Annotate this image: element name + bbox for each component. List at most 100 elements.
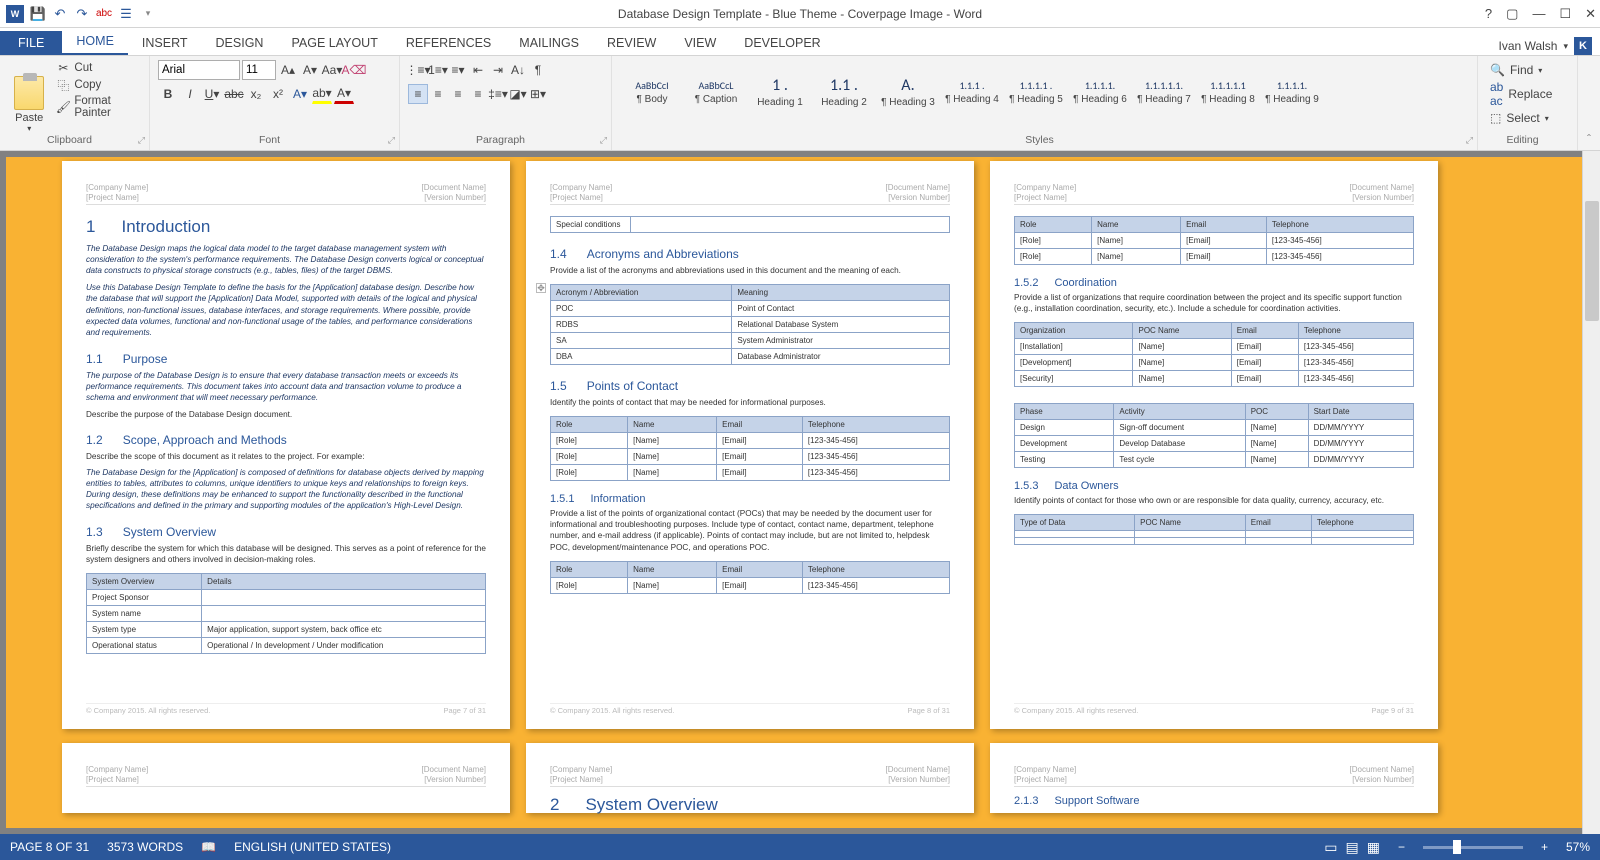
tab-file[interactable]: FILE bbox=[0, 31, 62, 55]
owners-table[interactable]: Type of DataPOC NameEmailTelephone bbox=[1014, 514, 1414, 545]
font-name-input[interactable] bbox=[158, 60, 240, 80]
shrink-font-icon[interactable]: A▾ bbox=[300, 60, 320, 80]
web-layout-icon[interactable]: ▦ bbox=[1367, 839, 1380, 856]
copy-button[interactable]: ⿻Copy bbox=[54, 77, 141, 93]
bold-icon[interactable]: B bbox=[158, 84, 178, 104]
help-icon[interactable]: ? bbox=[1485, 6, 1492, 22]
dec-indent-icon[interactable]: ⇤ bbox=[468, 60, 488, 80]
change-case-icon[interactable]: Aa▾ bbox=[322, 60, 342, 80]
superscript-icon[interactable]: x² bbox=[268, 84, 288, 104]
qat-more-icon[interactable]: ▾ bbox=[140, 6, 156, 22]
page-9[interactable]: [Company Name][Project Name][Document Na… bbox=[990, 161, 1438, 729]
print-layout-icon[interactable]: ▤ bbox=[1345, 839, 1358, 856]
justify-icon[interactable]: ≡ bbox=[468, 84, 488, 104]
style-gallery[interactable]: AaBbCcI¶ BodyAaBbCcL¶ Caption1 .Heading … bbox=[620, 60, 1469, 124]
style-item[interactable]: 1.1.1.1 .¶ Heading 5 bbox=[1004, 63, 1068, 121]
system-overview-table[interactable]: System OverviewDetailsProject SponsorSys… bbox=[86, 573, 486, 654]
status-words[interactable]: 3573 WORDS bbox=[107, 840, 183, 854]
read-mode-icon[interactable]: ▭ bbox=[1324, 839, 1337, 856]
clear-format-icon[interactable]: A⌫ bbox=[344, 60, 364, 80]
tab-pagelayout[interactable]: PAGE LAYOUT bbox=[277, 31, 391, 55]
replace-button[interactable]: abacReplace bbox=[1488, 79, 1567, 109]
clipboard-launcher[interactable]: ⤢ bbox=[138, 135, 145, 146]
page-8-next[interactable]: [Company Name][Project Name][Document Na… bbox=[526, 743, 974, 813]
style-item[interactable]: AaBbCcL¶ Caption bbox=[684, 63, 748, 121]
style-item[interactable]: 1.1.1.1.¶ Heading 6 bbox=[1068, 63, 1132, 121]
style-item[interactable]: 1.1.1 .¶ Heading 4 bbox=[940, 63, 1004, 121]
table-move-icon[interactable]: ✥ bbox=[536, 283, 546, 293]
phase-table[interactable]: PhaseActivityPOCStart DateDesignSign-off… bbox=[1014, 403, 1414, 468]
italic-icon[interactable]: I bbox=[180, 84, 200, 104]
coordination-table[interactable]: OrganizationPOC NameEmailTelephone[Insta… bbox=[1014, 322, 1414, 387]
text-effects-icon[interactable]: A▾ bbox=[290, 84, 310, 104]
zoom-slider[interactable] bbox=[1423, 846, 1523, 849]
poc-table[interactable]: RoleNameEmailTelephone[Role][Name][Email… bbox=[550, 416, 950, 481]
style-item[interactable]: AaBbCcI¶ Body bbox=[620, 63, 684, 121]
grow-font-icon[interactable]: A▴ bbox=[278, 60, 298, 80]
tab-developer[interactable]: DEVELOPER bbox=[730, 31, 834, 55]
page-9-next[interactable]: [Company Name][Project Name][Document Na… bbox=[990, 743, 1438, 813]
inc-indent-icon[interactable]: ⇥ bbox=[488, 60, 508, 80]
borders-icon[interactable]: ⊞▾ bbox=[528, 84, 548, 104]
style-item[interactable]: 1 .Heading 1 bbox=[748, 63, 812, 121]
undo-icon[interactable]: ↶ bbox=[52, 6, 68, 22]
collapse-ribbon-icon[interactable]: ˆ bbox=[1578, 56, 1600, 150]
bullets-icon[interactable]: ⋮≡▾ bbox=[408, 60, 428, 80]
sort-icon[interactable]: A↓ bbox=[508, 60, 528, 80]
zoom-level[interactable]: 57% bbox=[1566, 840, 1590, 854]
font-color-icon[interactable]: A▾ bbox=[334, 84, 354, 104]
style-item[interactable]: 1.1.1.1.¶ Heading 9 bbox=[1260, 63, 1324, 121]
numbering-icon[interactable]: 1≡▾ bbox=[428, 60, 448, 80]
tab-home[interactable]: HOME bbox=[62, 29, 128, 55]
find-button[interactable]: 🔍Find▾ bbox=[1488, 62, 1567, 78]
close-icon[interactable]: ✕ bbox=[1585, 6, 1596, 22]
ribbon-opts-icon[interactable]: ▢ bbox=[1506, 6, 1518, 22]
highlight-icon[interactable]: ab▾ bbox=[312, 84, 332, 104]
user-name[interactable]: Ivan Walsh bbox=[1499, 39, 1558, 53]
page-7-next[interactable]: [Company Name][Project Name][Document Na… bbox=[62, 743, 510, 813]
maximize-icon[interactable]: ☐ bbox=[1559, 6, 1571, 22]
align-right-icon[interactable]: ≡ bbox=[448, 84, 468, 104]
page-7[interactable]: [Company Name][Project Name][Document Na… bbox=[62, 161, 510, 729]
status-lang[interactable]: ENGLISH (UNITED STATES) bbox=[234, 840, 391, 854]
status-page[interactable]: PAGE 8 OF 31 bbox=[10, 840, 89, 854]
align-center-icon[interactable]: ≡ bbox=[428, 84, 448, 104]
zoom-in-icon[interactable]: + bbox=[1541, 840, 1548, 854]
underline-icon[interactable]: U▾ bbox=[202, 84, 222, 104]
proofing-icon[interactable]: 📖 bbox=[201, 840, 216, 854]
acronyms-table[interactable]: Acronym / AbbreviationMeaningPOCPoint of… bbox=[550, 284, 950, 365]
para-launcher[interactable]: ⤢ bbox=[600, 135, 607, 146]
format-painter-button[interactable]: 🖌Format Painter bbox=[54, 94, 141, 120]
font-size-input[interactable] bbox=[242, 60, 276, 80]
style-item[interactable]: 1.1 .Heading 2 bbox=[812, 63, 876, 121]
tab-review[interactable]: REVIEW bbox=[593, 31, 670, 55]
user-badge[interactable]: K bbox=[1574, 37, 1592, 55]
align-left-icon[interactable]: ≡ bbox=[408, 84, 428, 104]
vscrollbar[interactable] bbox=[1582, 151, 1600, 834]
poc-info-table[interactable]: RoleNameEmailTelephone[Role][Name][Email… bbox=[550, 561, 950, 594]
font-launcher[interactable]: ⤢ bbox=[388, 135, 395, 146]
save-icon[interactable]: 💾 bbox=[30, 6, 46, 22]
spell-icon[interactable]: abc bbox=[96, 6, 112, 22]
cut-button[interactable]: ✂Cut bbox=[54, 60, 141, 76]
tab-mailings[interactable]: MAILINGS bbox=[505, 31, 593, 55]
strike-icon[interactable]: abc bbox=[224, 84, 244, 104]
styles-launcher[interactable]: ⤢ bbox=[1466, 135, 1473, 146]
special-cond-table[interactable]: Special conditions bbox=[550, 216, 950, 233]
tab-references[interactable]: REFERENCES bbox=[392, 31, 505, 55]
zoom-out-icon[interactable]: − bbox=[1398, 840, 1405, 854]
minimize-icon[interactable]: — bbox=[1532, 6, 1545, 22]
redo-icon[interactable]: ↷ bbox=[74, 6, 90, 22]
multilevel-icon[interactable]: ≡▾ bbox=[448, 60, 468, 80]
style-item[interactable]: 1.1.1.1.1¶ Heading 8 bbox=[1196, 63, 1260, 121]
style-item[interactable]: A.¶ Heading 3 bbox=[876, 63, 940, 121]
role-table-p9[interactable]: RoleNameEmailTelephone[Role][Name][Email… bbox=[1014, 216, 1414, 265]
tab-insert[interactable]: INSERT bbox=[128, 31, 202, 55]
page-8[interactable]: [Company Name][Project Name][Document Na… bbox=[526, 161, 974, 729]
subscript-icon[interactable]: x₂ bbox=[246, 84, 266, 104]
style-item[interactable]: 1.1.1.1.1.¶ Heading 7 bbox=[1132, 63, 1196, 121]
tab-view[interactable]: VIEW bbox=[670, 31, 730, 55]
select-button[interactable]: ⬚Select▾ bbox=[1488, 110, 1567, 126]
line-spacing-icon[interactable]: ‡≡▾ bbox=[488, 84, 508, 104]
shading-icon[interactable]: ◪▾ bbox=[508, 84, 528, 104]
